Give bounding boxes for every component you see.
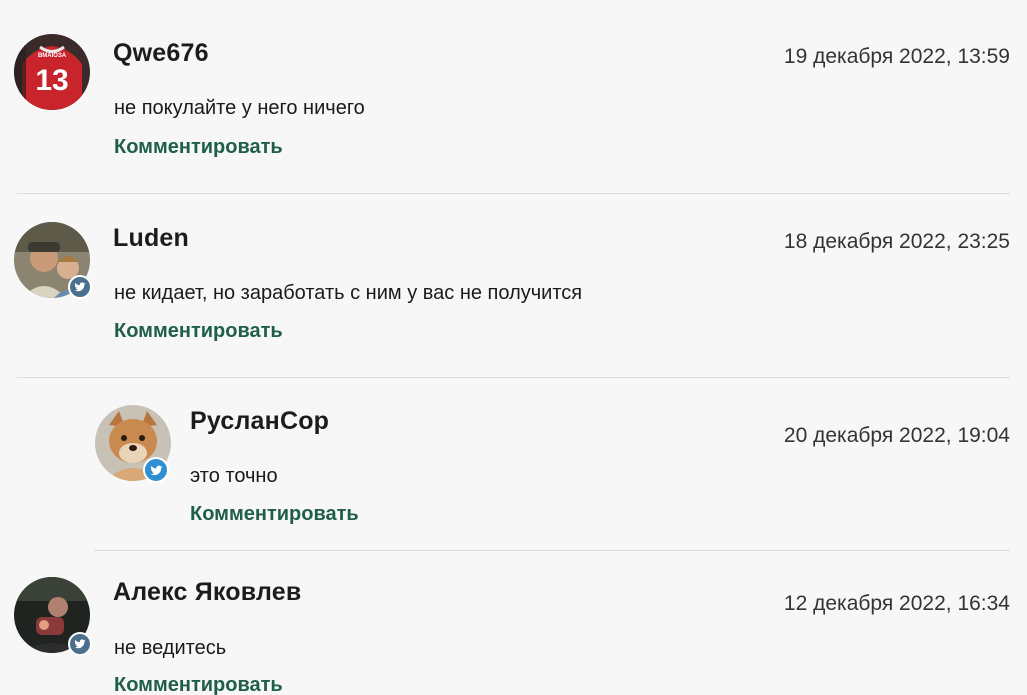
comment-author[interactable]: Qwe676: [113, 39, 209, 68]
twitter-icon: [68, 632, 92, 656]
comment-item-nested: РусланСор 20 декабря 2022, 19:04 это точ…: [94, 378, 1010, 551]
comment-date: 20 декабря 2022, 19:04: [783, 424, 1010, 447]
comment-date: 18 декабря 2022, 23:25: [783, 230, 1010, 253]
comment-reply-button[interactable]: Комментировать: [190, 503, 359, 526]
comment-item: Luden 18 декабря 2022, 23:25 не кидает, …: [14, 194, 1010, 378]
comment-author[interactable]: Luden: [113, 224, 189, 253]
jersey-avatar-image: BMAIOЗА 13: [14, 34, 90, 110]
comment-date: 19 декабря 2022, 13:59: [783, 45, 1010, 68]
avatar-jersey-name: BMAIOЗА: [38, 53, 67, 59]
avatar[interactable]: BMAIOЗА 13: [14, 34, 90, 110]
comment-text: это точно: [190, 465, 278, 487]
comment-date: 12 декабря 2022, 16:34: [783, 592, 1010, 615]
twitter-icon: [143, 457, 169, 483]
comment-text: не кидает, но заработать с ним у вас не …: [114, 282, 583, 304]
comment-reply-button[interactable]: Комментировать: [114, 320, 283, 343]
twitter-icon: [68, 275, 92, 299]
comment-text: не ведитесь: [114, 637, 227, 659]
avatar-jersey-number: 13: [35, 64, 68, 97]
comment-author[interactable]: РусланСор: [190, 407, 329, 436]
comment-text: не покулайте у него ничего: [114, 97, 365, 119]
comment-reply-button[interactable]: Комментировать: [114, 674, 283, 695]
comment-item: BMAIOЗА 13 Qwe676 19 декабря 2022, 13:59…: [14, 0, 1010, 194]
comment-author[interactable]: Алекс Яковлев: [113, 578, 301, 607]
comment-item: Алекс Яковлев 12 декабря 2022, 16:34 не …: [14, 551, 1010, 695]
comments-list: BMAIOЗА 13 Qwe676 19 декабря 2022, 13:59…: [0, 0, 1027, 695]
comment-reply-button[interactable]: Комментировать: [114, 136, 283, 159]
